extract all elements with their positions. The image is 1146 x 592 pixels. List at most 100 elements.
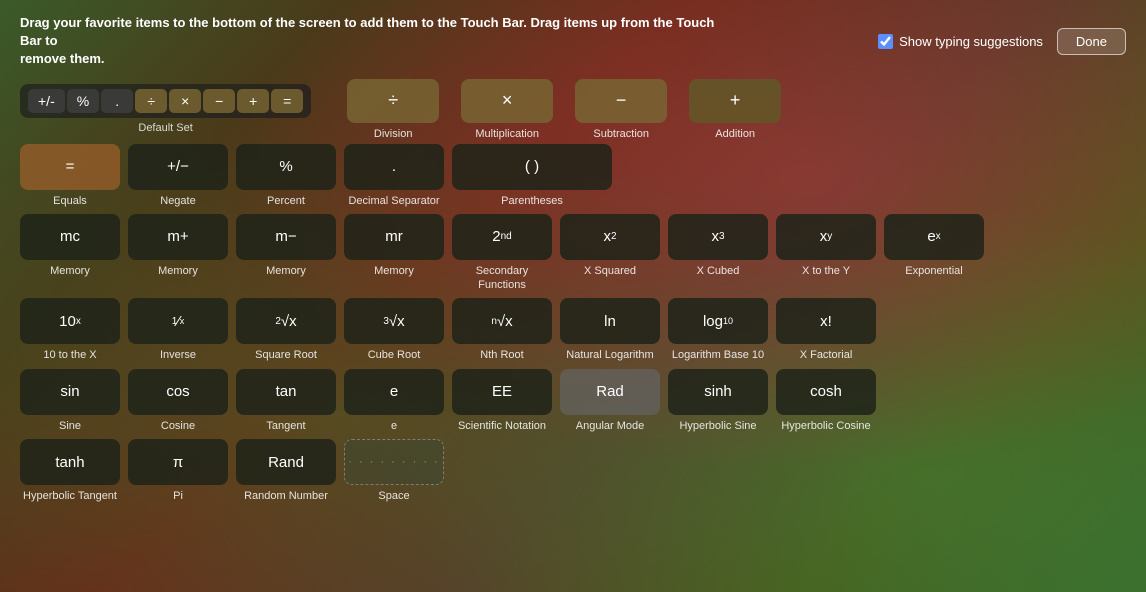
log10-button[interactable]: log10 [668,298,768,344]
negate-button[interactable]: +/− [128,144,228,190]
main-content: +/- % . ÷ × − + = Default Set ÷ Division… [0,79,1146,504]
rand-button[interactable]: Rand [236,439,336,485]
rand-item: Rand Random Number [236,439,336,503]
subtraction-button[interactable]: − [575,79,667,123]
subtraction-label: Subtraction [593,128,649,140]
show-typing-label[interactable]: Show typing suggestions [878,34,1043,49]
tanh-button[interactable]: tanh [20,439,120,485]
cosh-button[interactable]: cosh [776,369,876,415]
calc-row-5: tanh Hyperbolic Tangent π Pi Rand Random… [20,439,1126,503]
xtoy-item: xy X to the Y [776,214,876,278]
calc-row-3: 10x 10 to the X 1⁄x Inverse 2√x Square R… [20,298,1126,362]
inverse-button[interactable]: 1⁄x [128,298,228,344]
exponential-label: Exponential [905,264,963,278]
pill-equals[interactable]: = [271,89,303,113]
rad-button[interactable]: Rad [560,369,660,415]
negate-item: +/− Negate [128,144,228,208]
decimal-button[interactable]: . [344,144,444,190]
addition-group: + Addition [689,79,781,140]
log10-item: log10 Logarithm Base 10 [668,298,768,362]
xtoy-button[interactable]: xy [776,214,876,260]
inverse-item: 1⁄x Inverse [128,298,228,362]
pill-subtract[interactable]: − [203,89,235,113]
factorial-button[interactable]: x! [776,298,876,344]
mc-button[interactable]: mc [20,214,120,260]
mr-item: mr Memory [344,214,444,278]
xsquared-label: X Squared [584,264,636,278]
tanh-item: tanh Hyperbolic Tangent [20,439,120,503]
ee-item: EE Scientific Notation [452,369,552,433]
cos-button[interactable]: cos [128,369,228,415]
exponential-button[interactable]: ex [884,214,984,260]
xsquared-button[interactable]: x2 [560,214,660,260]
secondary-button[interactable]: 2nd [452,214,552,260]
pill-divide[interactable]: ÷ [135,89,167,113]
pill-multiply[interactable]: × [169,89,201,113]
factorial-label: X Factorial [800,348,853,362]
percent-button[interactable]: % [236,144,336,190]
mplus-button[interactable]: m+ [128,214,228,260]
nthroot-item: n√x Nth Root [452,298,552,362]
ee-button[interactable]: EE [452,369,552,415]
mplus-item: m+ Memory [128,214,228,278]
division-label: Division [374,128,413,140]
division-button[interactable]: ÷ [347,79,439,123]
multiplication-button[interactable]: × [461,79,553,123]
cbrt-label: Cube Root [368,348,421,362]
mr-button[interactable]: mr [344,214,444,260]
calc-row-2: mc Memory m+ Memory m− Memory mr Memory … [20,214,1126,293]
division-group: ÷ Division [347,79,439,140]
space-label: Space [378,489,409,503]
cbrt-button[interactable]: 3√x [344,298,444,344]
parentheses-label: Parentheses [501,194,563,208]
equals-label: Equals [53,194,87,208]
parentheses-button[interactable]: ( ) [452,144,612,190]
tan-button[interactable]: tan [236,369,336,415]
cbrt-item: 3√x Cube Root [344,298,444,362]
nthroot-label: Nth Root [480,348,523,362]
rad-item: Rad Angular Mode [560,369,660,433]
sqrt-item: 2√x Square Root [236,298,336,362]
e-button[interactable]: e [344,369,444,415]
cosh-label: Hyperbolic Cosine [781,419,870,433]
space-button[interactable]: · · · · · · · · · [344,439,444,485]
default-set-row: +/- % . ÷ × − + = Default Set ÷ Division… [20,79,1126,140]
tentox-label: 10 to the X [43,348,96,362]
equals-button[interactable]: = [20,144,120,190]
pi-button[interactable]: π [128,439,228,485]
calc-row-4: sin Sine cos Cosine tan Tangent e e EE S… [20,369,1126,433]
tanh-label: Hyperbolic Tangent [23,489,117,503]
mc-label: Memory [50,264,90,278]
ln-button[interactable]: ln [560,298,660,344]
pill-negate[interactable]: +/- [28,89,65,113]
addition-button[interactable]: + [689,79,781,123]
pill-add[interactable]: + [237,89,269,113]
nthroot-button[interactable]: n√x [452,298,552,344]
xsquared-item: x2 X Squared [560,214,660,278]
addition-label: Addition [715,128,755,140]
sinh-item: sinh Hyperbolic Sine [668,369,768,433]
e-item: e e [344,369,444,433]
ln-label: Natural Logarithm [566,348,653,362]
mminus-button[interactable]: m− [236,214,336,260]
show-typing-checkbox[interactable] [878,34,893,49]
sinh-label: Hyperbolic Sine [679,419,756,433]
e-label: e [391,419,397,433]
pill-percent[interactable]: % [67,89,99,113]
op-buttons-row: ÷ Division × Multiplication − Subtractio… [347,79,781,140]
instruction-text: Drag your favorite items to the bottom o… [20,14,720,69]
equals-item: = Equals [20,144,120,208]
pill-decimal[interactable]: . [101,89,133,113]
rad-label: Angular Mode [576,419,645,433]
mminus-item: m− Memory [236,214,336,278]
xcubed-button[interactable]: x3 [668,214,768,260]
sqrt-label: Square Root [255,348,317,362]
calc-row-1: = Equals +/− Negate % Percent . Decimal … [20,144,1126,208]
tentox-button[interactable]: 10x [20,298,120,344]
cosh-item: cosh Hyperbolic Cosine [776,369,876,433]
done-button[interactable]: Done [1057,28,1126,55]
cos-label: Cosine [161,419,195,433]
sinh-button[interactable]: sinh [668,369,768,415]
sqrt-button[interactable]: 2√x [236,298,336,344]
sin-button[interactable]: sin [20,369,120,415]
